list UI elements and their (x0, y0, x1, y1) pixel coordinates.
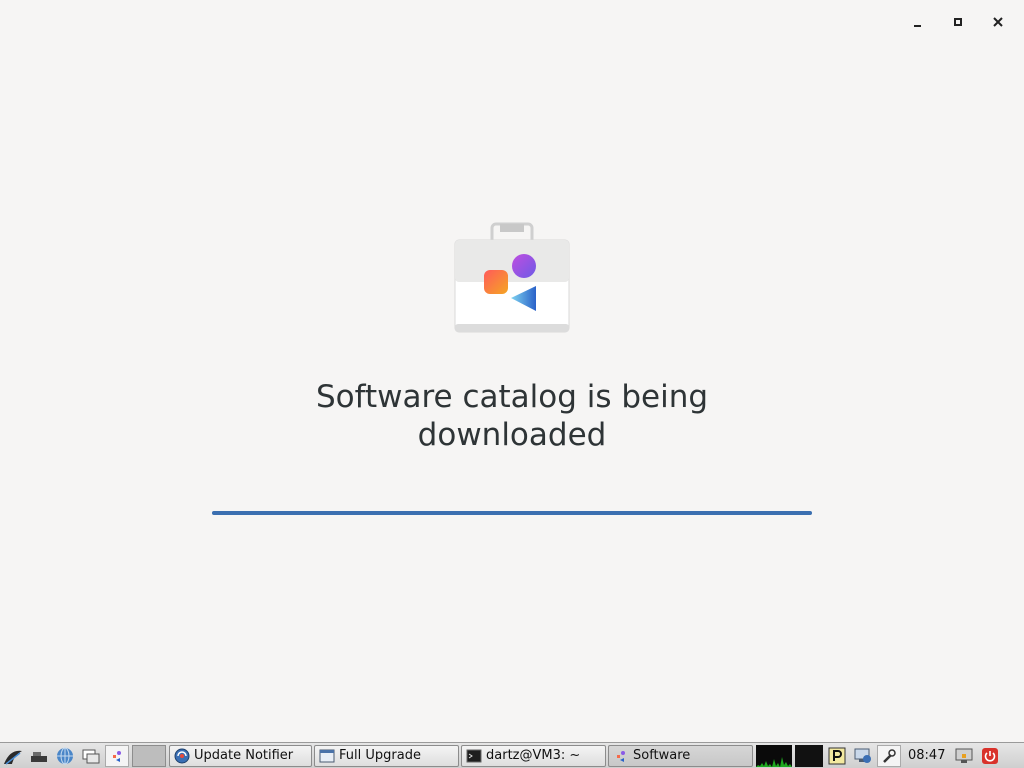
tray-settings[interactable] (877, 744, 901, 767)
task-update-notifier[interactable]: Update Notifier (169, 744, 312, 767)
terminal-icon (466, 749, 482, 762)
browser-icon (57, 747, 73, 764)
minimize-icon (914, 25, 921, 27)
window-icon (319, 749, 335, 762)
close-button[interactable] (978, 8, 1018, 36)
power-icon (982, 747, 999, 764)
update-icon (174, 748, 190, 763)
window-controls (898, 8, 1018, 36)
clock[interactable]: 08:47 (902, 748, 951, 763)
menu-icon (4, 750, 22, 765)
software-launcher[interactable] (105, 744, 129, 767)
launcher-group (0, 743, 168, 768)
software-icon (617, 750, 625, 762)
tray-dark-slot (795, 744, 823, 767)
task-software[interactable]: Software (608, 744, 753, 767)
task-label: Update Notifier (194, 748, 294, 763)
desktop-icon (31, 751, 47, 762)
maximize-icon (954, 18, 962, 26)
tray-network[interactable] (851, 745, 875, 767)
display-icon (955, 748, 973, 763)
minimize-button[interactable] (898, 8, 938, 36)
close-icon (993, 17, 1003, 27)
menu-launcher[interactable] (1, 745, 25, 767)
tray-p-indicator[interactable] (825, 745, 849, 767)
tray-display[interactable] (952, 745, 976, 767)
download-progress-bar (212, 511, 812, 515)
task-label: Full Upgrade (339, 748, 421, 763)
task-label: dartz@VM3: ~ (486, 748, 581, 763)
file-manager-icon (82, 749, 100, 763)
task-full-upgrade[interactable]: Full Upgrade (314, 744, 459, 767)
system-tray: 08:47 (756, 743, 1003, 768)
power-button[interactable] (978, 745, 1002, 767)
download-progress-fill (212, 511, 812, 515)
p-indicator-icon (828, 747, 846, 764)
maximize-button[interactable] (938, 8, 978, 36)
workspace-pager[interactable] (132, 744, 166, 767)
file-manager-launcher[interactable] (79, 745, 103, 767)
desktop-launcher[interactable] (27, 745, 51, 767)
software-icon (113, 750, 121, 762)
task-label: Software (633, 748, 691, 763)
taskbar: Update Notifier Full Upgrade dartz@VM3: … (0, 742, 1024, 768)
task-terminal[interactable]: dartz@VM3: ~ (461, 744, 606, 767)
browser-launcher[interactable] (53, 745, 77, 767)
wrench-icon (883, 748, 896, 763)
software-bag-icon (454, 222, 570, 333)
network-icon (854, 748, 871, 763)
status-headline: Software catalog is being downloaded (315, 379, 709, 453)
software-window: Software catalog is being downloaded (0, 0, 1024, 742)
cpu-monitor-graph[interactable] (756, 744, 792, 767)
